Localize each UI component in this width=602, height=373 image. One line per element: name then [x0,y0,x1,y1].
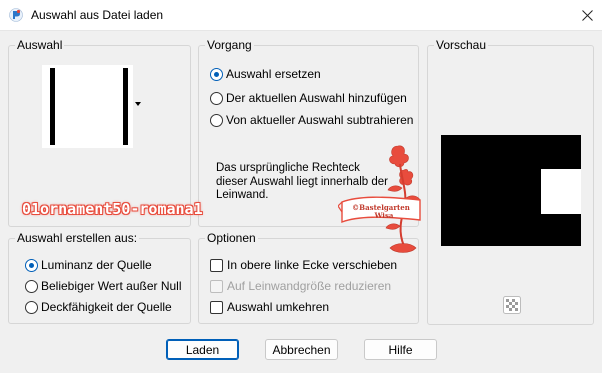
watermark-filename: 01ornament50-romana1 [22,200,203,218]
preview-selection [541,169,581,214]
radio-indicator [25,279,38,293]
radio-deckfaehigkeit[interactable]: Deckfähigkeit der Quelle [25,300,172,314]
stamp-line-2: Wisa [374,211,394,220]
radio-indicator [210,67,223,81]
thumbnail-bar-right [123,68,128,145]
rose-stamp-logo: ©Bastelgarten Wisa [338,145,421,253]
vorgang-group-label: Vorgang [205,38,254,52]
paintshop-icon [9,8,23,22]
thumbnail-bar-left [50,68,55,145]
checkbox-indicator [210,258,223,272]
radio-indicator [25,258,38,272]
radio-auswahl-ersetzen[interactable]: Auswahl ersetzen [210,67,321,81]
auswahl-group-label: Auswahl [15,38,65,52]
radio-label: Auswahl ersetzen [226,67,321,81]
check-leinwandgroesse: Auf Leinwandgröße reduzieren [210,279,391,293]
check-auswahl-umkehren[interactable]: Auswahl umkehren [210,300,329,314]
erstellen-group-label: Auswahl erstellen aus: [15,231,140,245]
hilfe-button[interactable]: Hilfe [364,339,437,360]
checkbox-label: In obere linke Ecke verschieben [227,258,398,272]
radio-indicator [25,300,38,314]
preview-canvas [441,135,581,246]
close-icon [581,10,593,21]
radio-label: Beliebiger Wert außer Null [41,279,182,293]
vorschau-group: Vorschau [427,38,594,325]
radio-label: Deckfähigkeit der Quelle [41,300,172,314]
close-button[interactable] [572,0,602,31]
vorschau-group-label: Vorschau [434,38,489,52]
check-obere-linke-ecke[interactable]: In obere linke Ecke verschieben [210,258,397,272]
selection-thumbnail[interactable] [42,65,133,148]
checkbox-indicator [210,300,223,314]
window-title: Auswahl aus Datei laden [31,8,164,22]
caret-down-icon[interactable] [135,102,141,106]
radio-label: Luminanz der Quelle [41,258,152,272]
radio-label: Von aktueller Auswahl subtrahieren [226,113,414,127]
radio-beliebiger-wert[interactable]: Beliebiger Wert außer Null [25,279,182,293]
checkbox-indicator [210,279,223,293]
radio-label: Der aktuellen Auswahl hinzufügen [226,91,407,105]
optionen-group-label: Optionen [205,231,258,245]
checkbox-label: Auf Leinwandgröße reduzieren [227,279,392,293]
laden-button[interactable]: Laden [166,339,239,360]
radio-auswahl-subtrahieren[interactable]: Von aktueller Auswahl subtrahieren [210,113,413,127]
radio-auswahl-hinzufuegen[interactable]: Der aktuellen Auswahl hinzufügen [210,91,407,105]
checkbox-label: Auswahl umkehren [227,300,330,314]
radio-luminanz[interactable]: Luminanz der Quelle [25,258,152,272]
abbrechen-button[interactable]: Abbrechen [265,339,338,360]
title-bar: Auswahl aus Datei laden [0,0,602,31]
checkerboard-icon[interactable] [503,296,521,314]
radio-indicator [210,91,223,105]
radio-indicator [210,113,223,127]
